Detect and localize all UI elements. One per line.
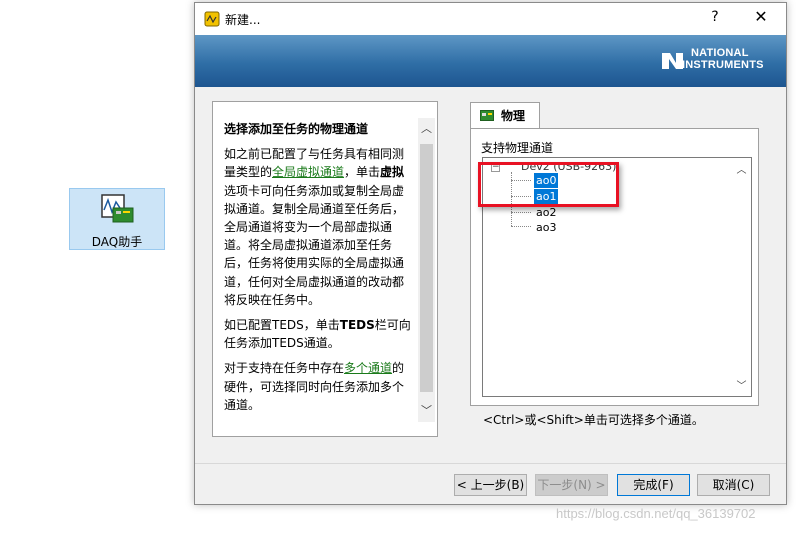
new-task-dialog: 新建... ? ✕ NATIONAL INSTRUMENTS 选择添加至任务的物… bbox=[194, 2, 787, 505]
tab-physical-label: 物理 bbox=[501, 109, 526, 123]
scroll-down-icon[interactable]: ﹀ bbox=[418, 402, 435, 420]
header-banner: NATIONAL INSTRUMENTS bbox=[195, 35, 786, 87]
device-card-icon bbox=[480, 110, 494, 121]
logo-line-1: NATIONAL bbox=[691, 47, 749, 59]
help-panel: 选择添加至任务的物理通道 如之前已配置了与任务具有相同测量类型的全局虚拟通道，单… bbox=[212, 101, 438, 437]
tree-scrollbar[interactable]: ︿ ﹀ bbox=[733, 159, 750, 395]
scroll-down-icon[interactable]: ﹀ bbox=[733, 377, 750, 392]
app-icon bbox=[204, 11, 220, 27]
title-bar: 新建... ? ✕ bbox=[195, 3, 786, 35]
watermark: https://blog.csdn.net/qq_36139702 bbox=[556, 506, 756, 521]
help-text: 选择添加至任务的物理通道 如之前已配置了与任务具有相同测量类型的全局虚拟通道，单… bbox=[224, 120, 412, 421]
logo-line-2: INSTRUMENTS bbox=[682, 59, 764, 71]
close-button[interactable]: ✕ bbox=[747, 7, 775, 26]
help-text-segment: 如已配置TEDS，单击 bbox=[224, 318, 340, 333]
multi-select-hint: <Ctrl>或<Shift>单击可选择多个通道。 bbox=[483, 413, 704, 427]
help-paragraph-1: 如之前已配置了与任务具有相同测量类型的全局虚拟通道，单击虚拟选项卡可向任务添加或… bbox=[224, 145, 412, 309]
tab-physical[interactable]: 物理 bbox=[470, 102, 540, 129]
daq-assistant-desktop-icon[interactable]: DAQ助手 bbox=[69, 188, 165, 250]
help-paragraph-2: 如已配置TEDS，单击TEDS栏可向任务添加TEDS通道。 bbox=[224, 316, 412, 352]
help-paragraph-3: 对于支持在任务中存在多个通道的硬件，可选择同时向任务添加多个通道。 bbox=[224, 359, 412, 414]
supported-channels-label: 支持物理通道 bbox=[481, 141, 554, 155]
finish-button[interactable]: 完成(F) bbox=[617, 474, 690, 496]
global-virtual-channel-link[interactable]: 全局虚拟通道 bbox=[272, 165, 344, 179]
help-bold-teds: TEDS bbox=[339, 318, 375, 333]
scroll-thumb[interactable] bbox=[420, 144, 433, 392]
daq-assistant-icon bbox=[101, 194, 134, 223]
selection-highlight-box bbox=[478, 162, 619, 207]
help-heading: 选择添加至任务的物理通道 bbox=[224, 122, 369, 136]
tree-line bbox=[511, 226, 531, 227]
tree-line bbox=[511, 212, 531, 213]
multiple-channels-link[interactable]: 多个通道 bbox=[344, 361, 392, 375]
scroll-up-icon[interactable]: ︿ bbox=[733, 161, 750, 176]
dialog-title: 新建... bbox=[225, 13, 261, 27]
help-button[interactable]: ? bbox=[705, 9, 725, 25]
help-bold-virtual: 虚拟 bbox=[380, 165, 405, 180]
help-scrollbar[interactable]: ︿ ﹀ bbox=[418, 118, 435, 422]
back-button[interactable]: < 上一步(B) bbox=[454, 474, 527, 496]
help-text-segment: ，单击 bbox=[344, 165, 381, 180]
help-text-segment: 选项卡可向任务添加或复制全局虚拟通道。复制全局通道至任务后，全局通道将变为一个局… bbox=[224, 183, 405, 307]
footer-divider bbox=[195, 463, 786, 464]
cancel-button[interactable]: 取消(C) bbox=[697, 474, 770, 496]
channel-ao3[interactable]: ao3 bbox=[534, 220, 558, 235]
help-text-segment: 对于支持在任务中存在 bbox=[224, 361, 345, 376]
channel-ao2[interactable]: ao2 bbox=[534, 205, 558, 220]
daq-assistant-label: DAQ助手 bbox=[91, 235, 143, 249]
scroll-up-icon[interactable]: ︿ bbox=[418, 120, 435, 138]
next-button[interactable]: 下一步(N) > bbox=[535, 474, 608, 496]
